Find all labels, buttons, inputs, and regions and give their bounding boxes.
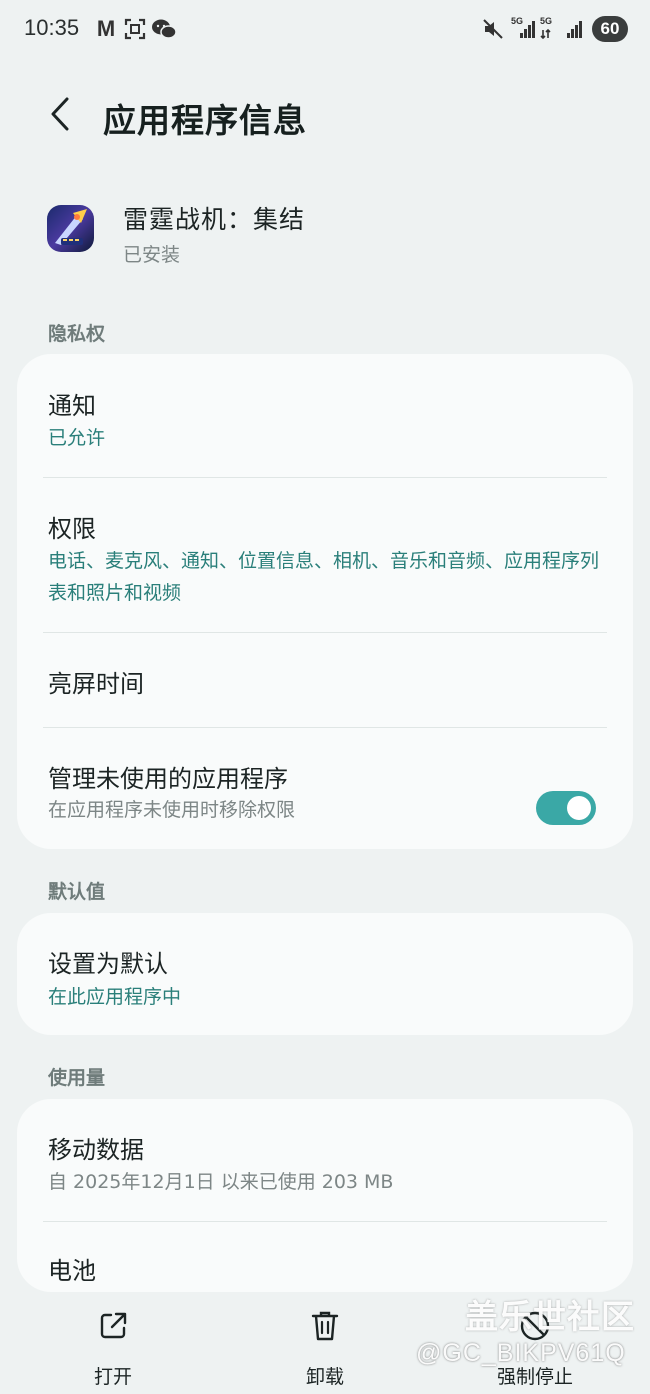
privacy-card: 通知 已允许 权限 电话、麦克风、通知、位置信息、相机、音乐和音频、应用程序列表…	[17, 354, 633, 849]
open-button[interactable]: 打开	[58, 1302, 168, 1388]
permissions-row[interactable]: 权限 电话、麦克风、通知、位置信息、相机、音乐和音频、应用程序列表和照片和视频	[17, 478, 633, 632]
gmail-icon: M	[96, 16, 116, 41]
set-default-status: 在此应用程序中	[48, 986, 182, 1008]
app-install-status: 已安装	[123, 244, 181, 266]
status-bar: 10:35 M 5G 5G 60	[0, 0, 650, 60]
mobile-data-row[interactable]: 移动数据 自 2025年12月1日 以来已使用 203 MB	[17, 1099, 633, 1221]
page-title: 应用程序信息	[103, 101, 307, 140]
notifications-title: 通知	[48, 392, 96, 420]
signal-5g-icon: 5G	[510, 16, 536, 42]
usage-card: 移动数据 自 2025年12月1日 以来已使用 203 MB 电池	[17, 1099, 633, 1292]
permissions-summary: 电话、麦克风、通知、位置信息、相机、音乐和音频、应用程序列表和照片和视频	[48, 550, 600, 604]
manage-unused-title: 管理未使用的应用程序	[48, 765, 288, 793]
battery-row[interactable]: 电池	[17, 1222, 633, 1292]
defaults-card: 设置为默认 在此应用程序中	[17, 913, 633, 1035]
back-button[interactable]	[40, 92, 80, 136]
signal-bars-icon	[564, 16, 586, 42]
manage-unused-description: 在应用程序未使用时移除权限	[48, 799, 296, 821]
set-as-default-row[interactable]: 设置为默认 在此应用程序中	[17, 913, 633, 1035]
manage-unused-toggle[interactable]	[536, 791, 596, 825]
section-label-defaults: 默认值	[48, 881, 106, 903]
set-default-title: 设置为默认	[48, 950, 168, 978]
open-external-icon	[96, 1308, 130, 1344]
mobile-data-title: 移动数据	[48, 1136, 144, 1164]
notifications-status: 已允许	[48, 427, 106, 449]
uninstall-button[interactable]: 卸载	[270, 1302, 380, 1388]
toggle-knob	[567, 796, 591, 820]
net-type-label-2: 5G	[540, 16, 553, 26]
notifications-row[interactable]: 通知 已允许	[17, 354, 633, 477]
chevron-left-icon	[51, 97, 69, 131]
manage-unused-apps-row[interactable]: 管理未使用的应用程序 在应用程序未使用时移除权限	[17, 728, 633, 849]
screen-time-row[interactable]: 亮屏时间	[17, 633, 633, 727]
wechat-icon	[150, 16, 178, 42]
section-label-usage: 使用量	[48, 1067, 106, 1089]
screen-time-title: 亮屏时间	[48, 670, 144, 698]
battery-title: 电池	[48, 1257, 96, 1285]
net-type-label: 5G	[511, 16, 524, 26]
section-label-privacy: 隐私权	[48, 323, 106, 345]
signal-5g-arrows-icon: 5G	[538, 16, 562, 42]
open-label: 打开	[93, 1366, 132, 1388]
watermark-logo: 盖乐世社区	[465, 1297, 635, 1336]
app-name: 雷霆战机：集结	[123, 205, 306, 234]
watermark-user-id: @GC_BIKPV61Q	[416, 1339, 626, 1367]
battery-indicator: 60	[592, 16, 628, 42]
screen-capture-icon	[122, 16, 148, 42]
mobile-data-usage: 自 2025年12月1日 以来已使用 203 MB	[48, 1171, 394, 1193]
mute-icon	[481, 16, 505, 42]
status-time: 10:35	[24, 15, 80, 40]
trash-icon	[308, 1308, 342, 1344]
uninstall-label: 卸载	[305, 1366, 344, 1388]
app-icon	[47, 205, 94, 252]
permissions-title: 权限	[48, 515, 96, 543]
